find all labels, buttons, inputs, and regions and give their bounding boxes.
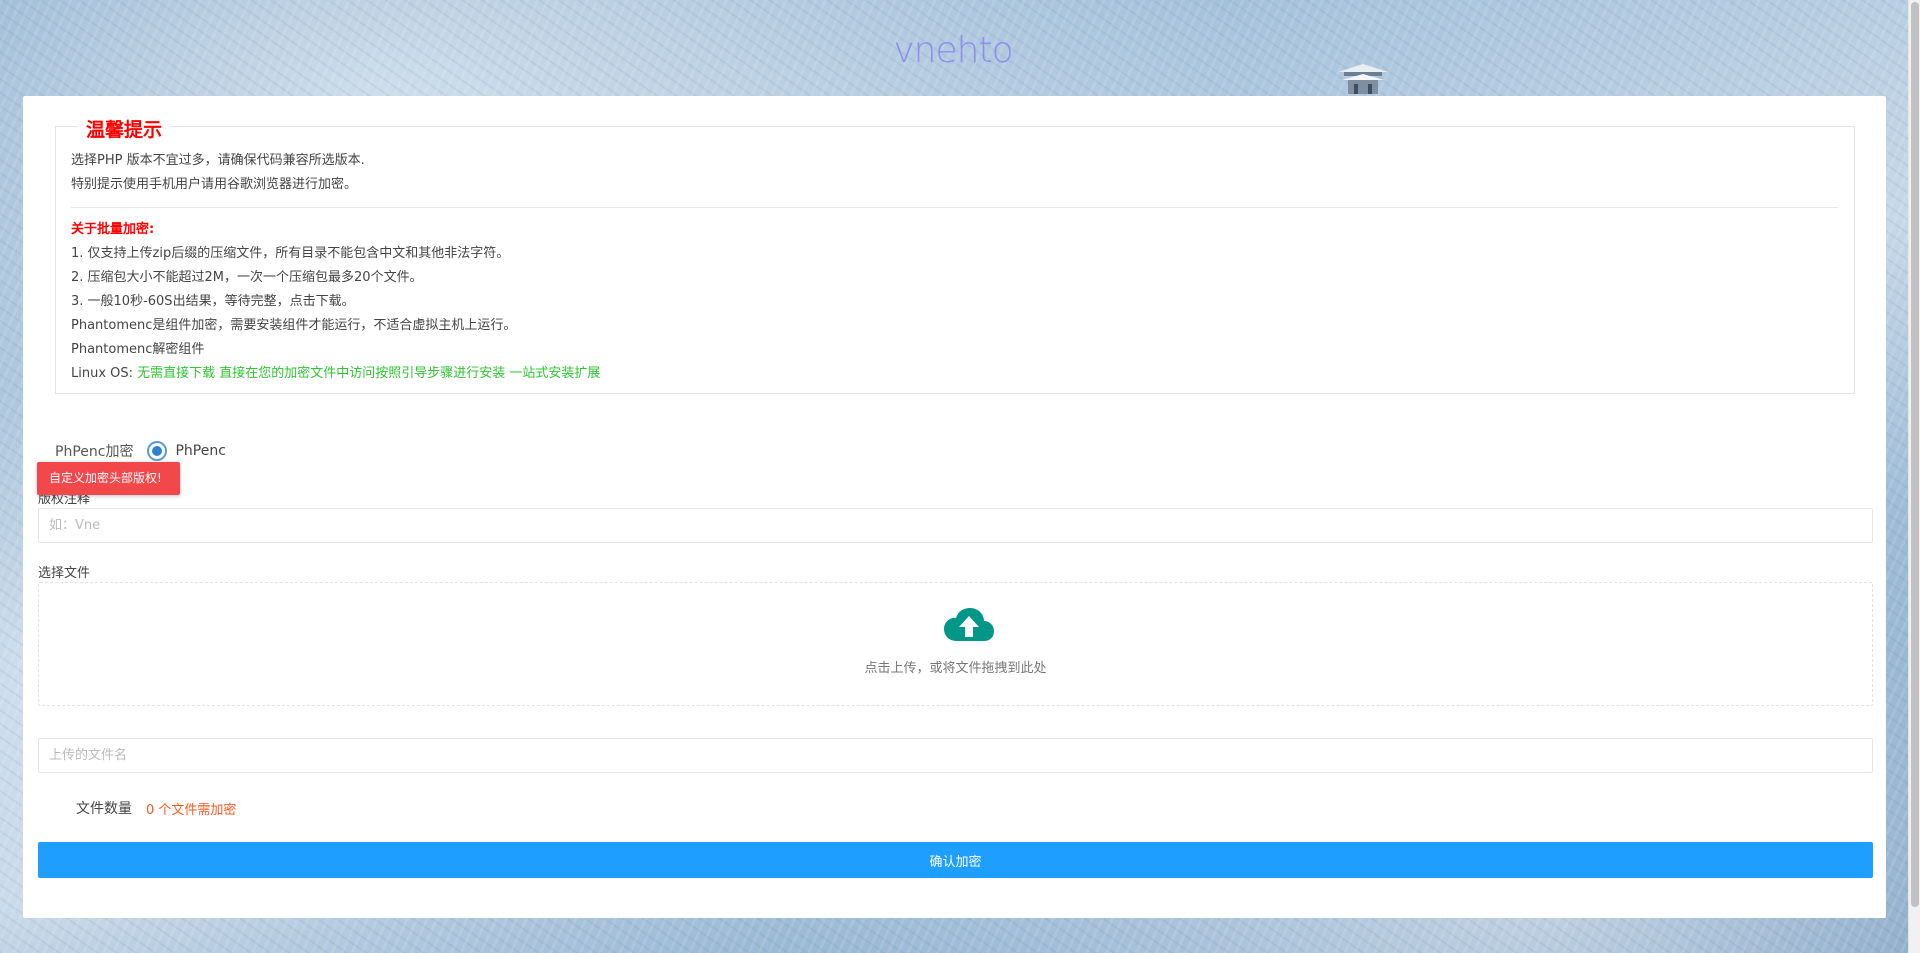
scrollbar-thumb[interactable] — [1911, 2, 1919, 907]
filename-input[interactable] — [38, 738, 1873, 773]
notice-divider — [71, 207, 1838, 208]
cloud-upload-icon — [944, 608, 994, 641]
phpenc-radio-label[interactable]: PhPenc — [175, 443, 225, 459]
upload-hint: 点击上传，或将文件拖拽到此处 — [864, 661, 1047, 676]
linux-install-link[interactable]: 无需直接下载 直接在您的加密文件中访问按照引导步骤进行安装 一站式安装扩展 — [137, 366, 600, 381]
confirm-encrypt-button[interactable]: 确认加密 — [38, 842, 1873, 878]
linux-line: Linux OS: 无需直接下载 直接在您的加密文件中访问按照引导步骤进行安装 … — [71, 362, 1838, 386]
radio-selected-dot — [152, 446, 163, 456]
copyright-tooltip: 自定义加密头部版权! — [37, 462, 180, 495]
file-count-value: 0 个文件需加密 — [146, 802, 237, 818]
file-count-row: 文件数量 0 个文件需加密 — [76, 798, 236, 818]
notice-line: 选择PHP 版本不宜过多，请确保代码兼容所选版本. — [71, 153, 365, 168]
upload-dropzone[interactable]: 点击上传，或将文件拖拽到此处 — [38, 582, 1873, 706]
batch-line: Phantomenc是组件加密，需要安装组件才能运行，不适合虚拟主机上运行。 — [71, 318, 517, 333]
site-logo[interactable]: vnehto — [888, 30, 1018, 71]
batch-title: 关于批量加密: — [71, 222, 155, 237]
notice-line: 特别提示使用手机用户请用谷歌浏览器进行加密。 — [71, 177, 358, 192]
encrypt-panel: 温馨提示 选择PHP 版本不宜过多，请确保代码兼容所选版本. 特别提示使用手机用… — [23, 96, 1886, 918]
page-scrollbar[interactable] — [1908, 0, 1920, 953]
batch-line: 2. 压缩包大小不能超过2M，一次一个压缩包最多20个文件。 — [71, 270, 423, 285]
pavilion-image — [1338, 64, 1388, 94]
file-count-label: 文件数量 — [76, 801, 132, 817]
notice-title: 温馨提示 — [78, 115, 171, 142]
encrypt-mode-label: PhPenc加密 — [55, 444, 134, 460]
notice-box: 温馨提示 选择PHP 版本不宜过多，请确保代码兼容所选版本. 特别提示使用手机用… — [55, 115, 1855, 394]
linux-label: Linux OS: — [71, 366, 138, 381]
encrypt-mode-row: PhPenc加密 PhPenc — [55, 440, 226, 462]
file-label: 选择文件 — [38, 566, 91, 581]
notice-body: 选择PHP 版本不宜过多，请确保代码兼容所选版本. 特别提示使用手机用户请用谷歌… — [56, 127, 1854, 386]
copyright-input[interactable] — [38, 508, 1873, 543]
phpenc-radio[interactable] — [147, 441, 168, 461]
batch-line: 3. 一般10秒-60S出结果，等待完整，点击下载。 — [71, 294, 355, 309]
batch-line[interactable]: Phantomenc解密组件 — [71, 338, 1838, 362]
batch-line: 1. 仅支持上传zip后缀的压缩文件，所有目录不能包含中文和其他非法字符。 — [71, 246, 510, 261]
